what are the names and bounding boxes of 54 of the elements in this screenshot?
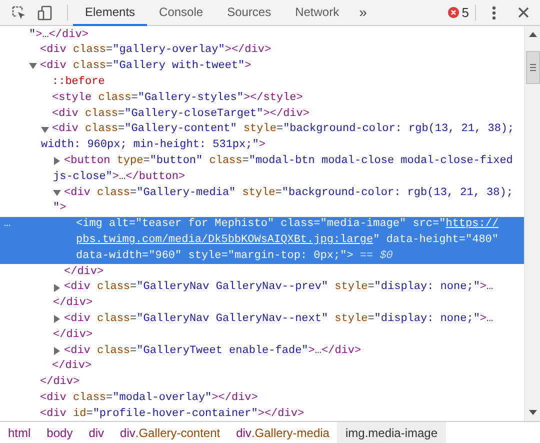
url-link[interactable]: https:// (446, 216, 499, 233)
breadcrumb-item[interactable]: div.Gallery-content (112, 422, 228, 443)
code-line[interactable]: <div class="Gallery-closeTarget"></div> (52, 106, 310, 122)
code-text: <img alt="teaser for Mephisto" class="media-image" src=" (76, 217, 446, 232)
device-icon[interactable] (36, 4, 54, 22)
code-line[interactable]: </div> (53, 326, 93, 344)
panel-tab[interactable]: Network (283, 0, 352, 26)
code-line[interactable]: <button type="button" class="modal-btn modal-close modal-close-fixed (64, 153, 513, 170)
code-line[interactable]: </div> (64, 264, 104, 280)
caret-icon[interactable] (53, 315, 61, 324)
code-line[interactable]: width: 960px; min-height: 531px;"> (41, 137, 266, 154)
code-text: " data-height="480" (373, 233, 499, 248)
caret-icon[interactable] (41, 126, 49, 134)
code-line[interactable]: <div class="gallery-overlay"></div> (40, 42, 272, 59)
code-line[interactable]: <div class="GalleryNav GalleryNav--next" style="display: none;">… (64, 311, 494, 328)
breadcrumb-item[interactable]: body (38, 422, 81, 443)
caret-icon[interactable] (53, 157, 61, 166)
code-line[interactable]: js-close">…</button> (53, 168, 186, 186)
more-tabs-button[interactable]: » (359, 2, 367, 23)
caret-icon[interactable] (29, 62, 37, 70)
code-line[interactable]: <div id="profile-hover-container"></div> (40, 406, 304, 421)
panel-tab[interactable]: Console (147, 0, 216, 26)
panel-tab[interactable]: Sources (215, 0, 284, 26)
caret-icon[interactable] (53, 284, 61, 292)
error-icon[interactable] (448, 7, 459, 18)
url-link[interactable]: pbs.twimg.com/media/Dk5bbKOWsAIQXBt.jpg:large (76, 232, 374, 249)
more-icon[interactable] (492, 6, 496, 20)
breadcrumb-item[interactable]: div (80, 422, 112, 443)
code-line[interactable]: <div class="Gallery-content" style="background-color: rgb(13, 21, 38); (52, 121, 514, 138)
selected-marker: … (4, 218, 11, 230)
close-icon[interactable] (518, 7, 529, 18)
code-line[interactable]: ::before (52, 74, 105, 91)
code-line[interactable]: <div class="GalleryNav GalleryNav--prev" style="display: none;">… (64, 279, 494, 296)
scroll-up-icon[interactable] (528, 32, 536, 37)
scroll-thumb[interactable] (526, 51, 540, 84)
code-line[interactable]: "> (53, 200, 66, 217)
breadcrumb-item[interactable]: html (0, 422, 39, 443)
code-line[interactable]: <div class="modal-overlay"></div> (40, 390, 258, 406)
code-line[interactable]: </div> (53, 295, 93, 312)
scrollbar[interactable] (524, 26, 540, 421)
scroll-down-icon[interactable] (528, 410, 536, 415)
code-line[interactable]: <style class="Gallery-styles"></style> (52, 90, 303, 106)
breadcrumb-item[interactable]: img.media-image (337, 422, 446, 443)
caret-icon[interactable] (53, 188, 61, 197)
caret-icon[interactable] (53, 346, 61, 355)
panel-tab[interactable]: Elements (73, 0, 148, 26)
code-line[interactable]: ">…</div> (29, 26, 88, 44)
breadcrumb-item[interactable]: div.Gallery-media (228, 422, 338, 443)
code-line[interactable]: </div> (40, 374, 80, 391)
code-line[interactable]: </div> (52, 358, 92, 375)
code-line[interactable]: <div class="Gallery with-tweet"> (40, 58, 252, 75)
error-count[interactable]: 5 (462, 2, 469, 22)
code-line[interactable]: <div class="Gallery-media" style="background-color: rgb(13, 21, 38); (64, 184, 513, 202)
code-line[interactable]: <div class="GalleryTweet enable-fade">…</div> (64, 342, 362, 360)
